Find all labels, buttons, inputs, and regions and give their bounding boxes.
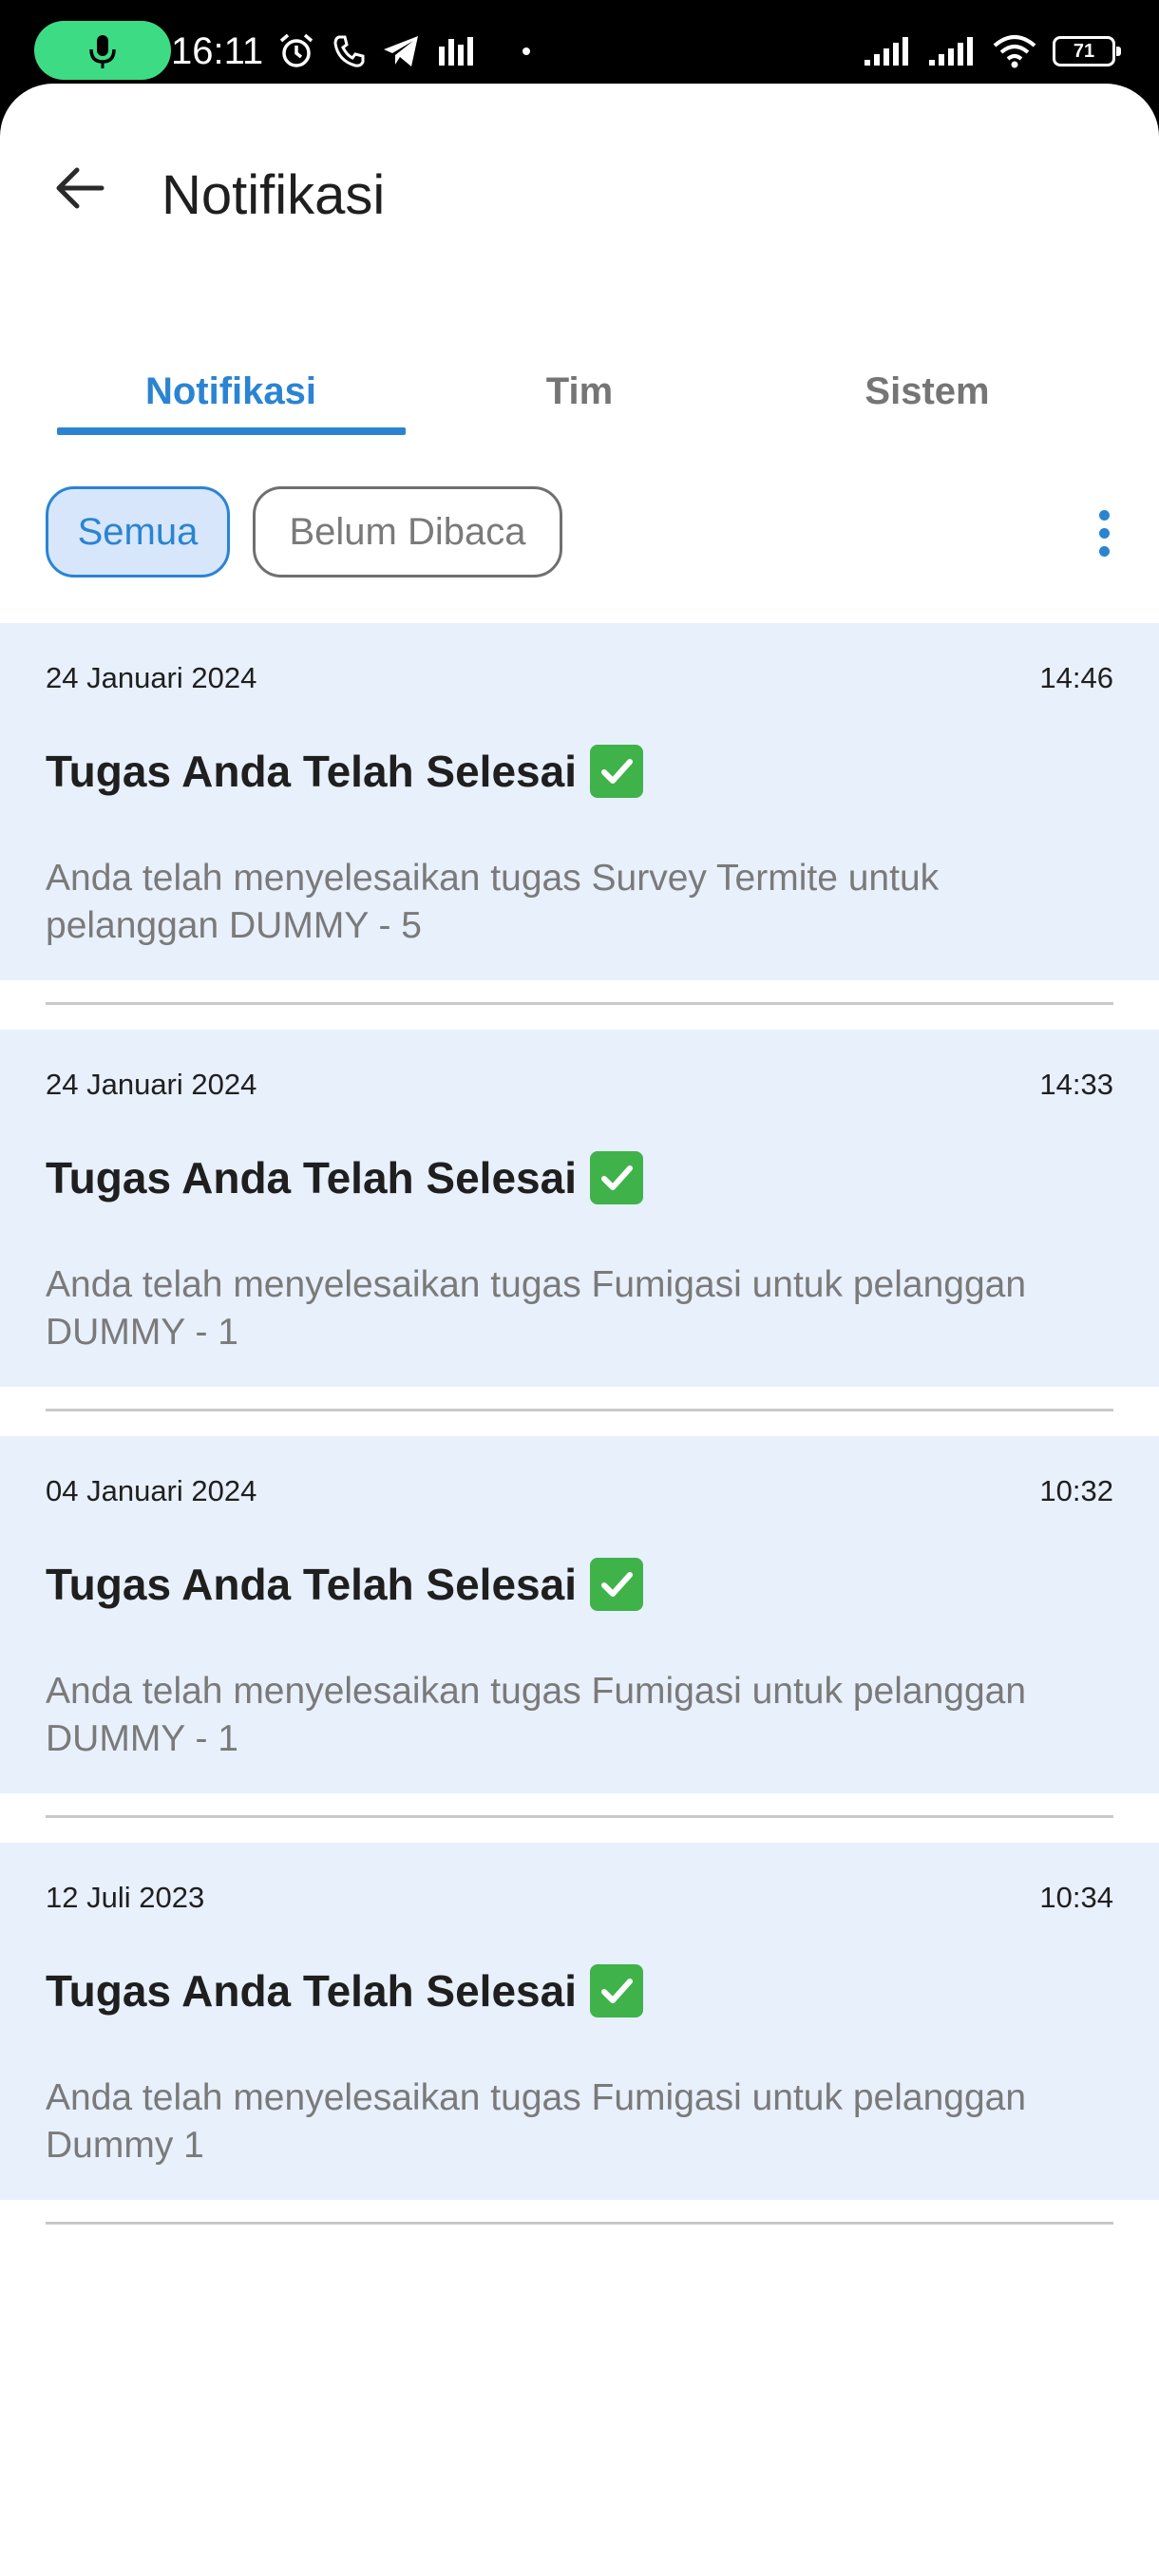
notification-title-text: Tugas Anda Telah Selesai [46,1153,577,1203]
notification-body: Anda telah menyelesaikan tugas Survey Te… [46,858,940,946]
check-mark-icon [590,1964,643,2017]
notification-date: 24 Januari 2024 [46,1068,257,1101]
tab-sistem[interactable]: Sistem [753,321,1101,437]
mic-icon [89,35,116,68]
check-mark-icon [590,1151,643,1204]
status-icons-left [277,30,530,72]
signal-icon [439,37,473,66]
notification-time: 10:32 [1039,1474,1113,1507]
divider [46,1815,1113,1818]
notification-title-text: Tugas Anda Telah Selesai [46,1966,577,2016]
page-title: Notifikasi [162,164,386,226]
notification-item[interactable]: 24 Januari 2024 14:33 Tugas Anda Telah S… [0,1030,1159,1436]
notification-item[interactable]: 24 Januari 2024 14:46 Tugas Anda Telah S… [0,623,1159,1030]
notification-date: 12 Juli 2023 [46,1881,205,1914]
notification-title: Tugas Anda Telah Selesai [46,1964,643,2017]
notification-body: Anda telah menyelesaikan tugas Fumigasi … [46,1671,1027,1759]
check-mark-icon [590,1558,643,1611]
tab-tim[interactable]: Tim [406,321,753,437]
status-bar: 16:11 71 [0,0,1159,84]
notification-title-text: Tugas Anda Telah Selesai [46,1560,577,1609]
notification-time: 14:46 [1039,661,1113,694]
alarm-icon [279,33,314,67]
battery-level: 71 [1073,40,1095,62]
more-options-button[interactable] [1075,500,1132,566]
notifications-screen: Notifikasi Notifikasi Tim Sistem Semua B… [0,84,1159,2576]
notification-time: 14:33 [1039,1068,1113,1101]
mic-indicator[interactable] [34,21,171,80]
status-icons-right: 71 [863,30,1121,72]
tab-bar: Notifikasi Tim Sistem [0,321,1159,437]
notification-date: 24 Januari 2024 [46,661,257,694]
telegram-icon [384,36,418,66]
notification-dot-icon [522,47,530,55]
filter-chip-belum-dibaca[interactable]: Belum Dibaca [253,486,562,578]
notification-item[interactable]: 12 Juli 2023 10:34 Tugas Anda Telah Sele… [0,1843,1159,2249]
notification-title-text: Tugas Anda Telah Selesai [46,747,577,796]
notification-card[interactable]: 04 Januari 2024 10:32 Tugas Anda Telah S… [0,1436,1159,1793]
more-vert-icon [1098,509,1110,557]
notification-body: Anda telah menyelesaikan tugas Fumigasi … [46,1264,1027,1353]
divider [46,2222,1113,2225]
notification-title: Tugas Anda Telah Selesai [46,1151,643,1204]
active-tab-indicator [57,427,406,435]
notification-card[interactable]: 24 Januari 2024 14:33 Tugas Anda Telah S… [0,1030,1159,1387]
app-header: Notifikasi [0,84,1159,302]
filter-chip-semua[interactable]: Semua [46,486,230,578]
back-arrow-icon [56,167,104,209]
divider [46,1002,1113,1005]
battery-icon: 71 [1053,36,1121,66]
notification-card[interactable]: 12 Juli 2023 10:34 Tugas Anda Telah Sele… [0,1843,1159,2200]
notification-title: Tugas Anda Telah Selesai [46,1558,643,1611]
notification-date: 04 Januari 2024 [46,1474,257,1507]
tab-notifikasi[interactable]: Notifikasi [57,321,405,437]
status-time: 16:11 [171,30,264,72]
check-mark-icon [590,745,643,798]
notification-item[interactable]: 04 Januari 2024 10:32 Tugas Anda Telah S… [0,1436,1159,1843]
cell-signal-2-icon [929,37,973,66]
divider [46,1409,1113,1411]
notification-card[interactable]: 24 Januari 2024 14:46 Tugas Anda Telah S… [0,623,1159,980]
cell-signal-icon [864,37,908,66]
phone-icon [333,35,365,67]
notification-time: 10:34 [1039,1881,1113,1914]
notification-body: Anda telah menyelesaikan tugas Fumigasi … [46,2077,1027,2166]
filter-chips: Semua Belum Dibaca [0,486,1159,579]
notification-list: 24 Januari 2024 14:46 Tugas Anda Telah S… [0,623,1159,2249]
notification-title: Tugas Anda Telah Selesai [46,745,643,798]
back-button[interactable] [42,150,118,226]
wifi-icon [993,35,1036,68]
